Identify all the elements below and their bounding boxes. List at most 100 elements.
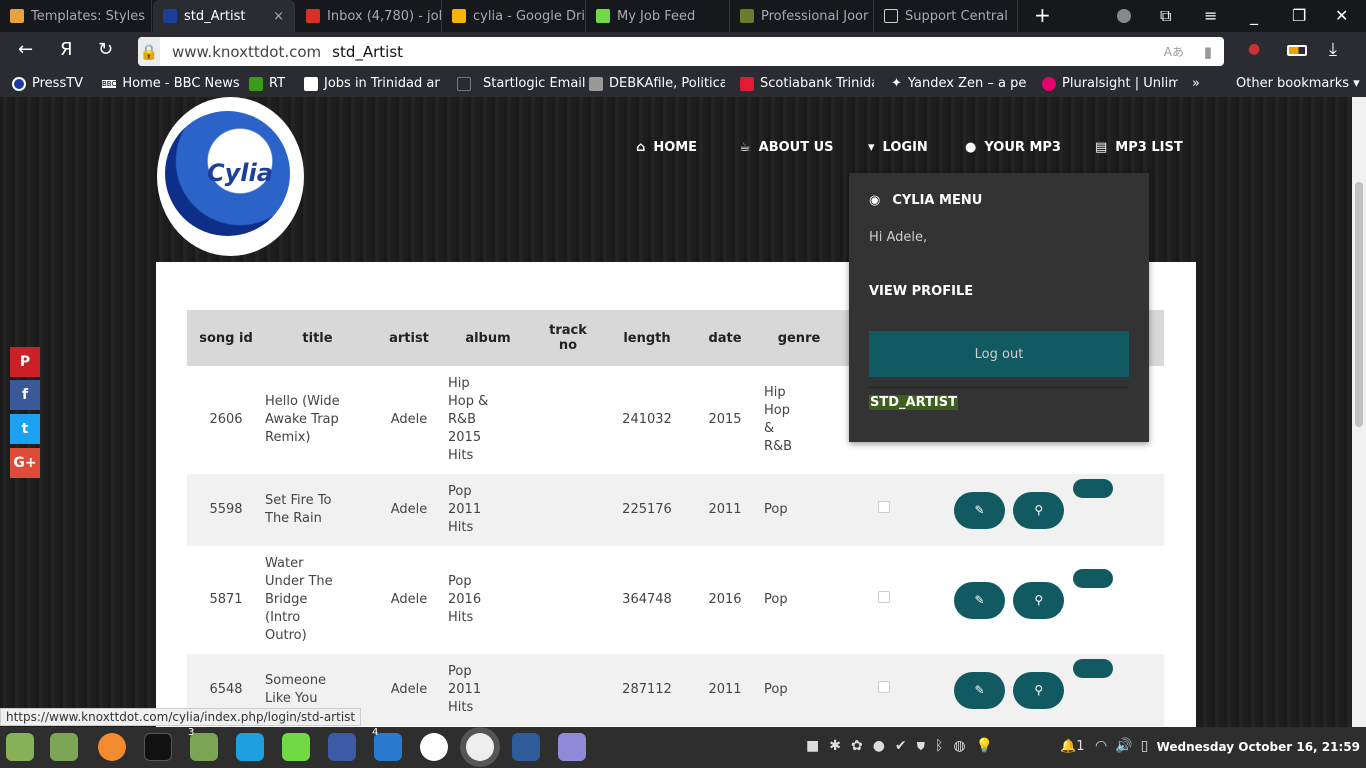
cylia-menu-dropdown: ◉ CYLIA MENU Hi Adele, VIEW PROFILE Log o… <box>849 173 1149 442</box>
restore-icon[interactable]: ❐ <box>1292 6 1306 25</box>
cell-artist: Adele <box>370 474 448 546</box>
search-button[interactable]: ⚲ <box>1013 671 1065 709</box>
reload-icon[interactable]: ↻ <box>98 39 113 60</box>
bookmark-startlogic[interactable]: Startlogic Email <box>457 76 586 91</box>
search-button[interactable]: ⚲ <box>1013 491 1065 529</box>
camera-icon[interactable] <box>512 733 540 761</box>
pinterest-share-button[interactable]: P <box>10 347 40 377</box>
bookmark-pluralsight[interactable]: Pluralsight | Unlim <box>1042 76 1178 91</box>
translate-icon[interactable]: Aあ <box>1164 43 1184 60</box>
yandex-browser-icon[interactable] <box>466 733 494 761</box>
close-tab-icon[interactable]: × <box>273 9 284 24</box>
extension-icon[interactable]: ● <box>1248 41 1260 57</box>
download-icon[interactable]: ⤓ <box>1329 39 1337 60</box>
tab-job-feed[interactable]: My Job Feed <box>586 0 730 32</box>
upwork-icon <box>596 9 610 23</box>
cell-genre: Hip Hop & R&B <box>764 385 793 454</box>
extra-action-button[interactable] <box>1072 659 1113 678</box>
terminal-icon[interactable] <box>144 733 172 761</box>
nav-login[interactable]: ▾ LOGIN <box>868 140 928 155</box>
cell-title: Water Under The Bridge (Intro Outro) <box>265 556 333 643</box>
facebook-share-button[interactable]: f <box>10 380 40 410</box>
battery-extension-icon[interactable] <box>1287 45 1307 56</box>
caret-down-icon: ▾ <box>868 140 875 155</box>
menu-icon[interactable]: ≡ <box>1204 6 1217 25</box>
mint-menu-icon[interactable] <box>6 733 34 761</box>
nav-about-us[interactable]: ☕ ABOUT US <box>739 140 834 155</box>
tab-gmail[interactable]: Inbox (4,780) - joh <box>296 0 442 32</box>
tab-professional[interactable]: Professional Joor <box>730 0 874 32</box>
mail-icon[interactable] <box>328 733 356 761</box>
minimize-icon[interactable]: _ <box>1250 6 1258 25</box>
cell-artist: Adele <box>370 654 448 726</box>
nav-home[interactable]: ⌂ HOME <box>636 140 697 155</box>
extra-action-button[interactable] <box>1072 569 1113 588</box>
cj-icon <box>304 76 318 91</box>
cell-date: 2016 <box>708 592 742 607</box>
page-scrollbar[interactable] <box>1352 97 1366 727</box>
upwork-icon[interactable] <box>282 733 310 761</box>
firefox-icon[interactable] <box>98 733 126 761</box>
tab-templates[interactable]: Templates: Styles <box>0 0 152 32</box>
debka-icon <box>589 76 603 91</box>
home-icon: ⌂ <box>636 140 646 155</box>
nav-your-mp3[interactable]: ● YOUR MP3 <box>965 140 1061 155</box>
edit-button[interactable]: ✎ <box>954 581 1005 619</box>
bookmarks-icon[interactable]: ⧉ <box>1160 6 1171 26</box>
docs-icon[interactable]: 4 <box>372 727 402 761</box>
other-bookmarks-button[interactable]: Other bookmarks ▾ <box>1236 76 1360 91</box>
profile-icon[interactable] <box>1117 9 1131 23</box>
cell-artist: Adele <box>390 592 428 607</box>
notification-icon[interactable]: 🔔1 <box>1060 739 1084 754</box>
search-button[interactable]: ⚲ <box>1013 581 1065 619</box>
tray-icons[interactable]: ■✱✿●✔⛊ᛒ◍💡 <box>806 738 1003 754</box>
yandex-icon[interactable]: Я <box>60 39 73 60</box>
row-checkbox[interactable] <box>878 501 890 513</box>
apple-icon: ● <box>965 140 977 155</box>
back-icon[interactable]: ← <box>18 39 33 60</box>
close-window-icon[interactable]: ✕ <box>1335 6 1348 25</box>
std-artist-link[interactable]: STD_ARTIST <box>869 395 958 410</box>
greeting: Hi Adele, <box>869 230 928 245</box>
new-tab-button[interactable]: + <box>1034 3 1051 27</box>
files-icon[interactable]: 3 <box>188 727 218 761</box>
bookmark-rt[interactable]: RT <box>249 76 285 91</box>
url-input[interactable]: 🔒 www.knoxttdot.com std_Artist Aあ ▮ <box>138 37 1224 66</box>
bookmark-icon[interactable]: ▮ <box>1204 43 1212 61</box>
row-checkbox[interactable] <box>878 591 890 603</box>
bookmark-scotiabank[interactable]: Scotiabank Trinida <box>740 76 874 91</box>
bookmark-presstv[interactable]: PressTV <box>12 76 83 91</box>
row-checkbox[interactable] <box>878 681 890 693</box>
wifi-volume-battery-icons[interactable]: ◠🔊▯ <box>1095 738 1156 754</box>
bookmark-jobs[interactable]: Jobs in Trinidad an <box>304 76 440 91</box>
more-bookmarks-button[interactable]: » <box>1192 76 1200 91</box>
view-profile-link[interactable]: VIEW PROFILE <box>869 284 973 299</box>
cell-album: Hip Hop & R&B 2015 Hits <box>448 376 489 463</box>
logout-button[interactable]: Log out <box>869 331 1129 377</box>
slack-icon[interactable] <box>420 733 448 761</box>
tab-std-artist[interactable]: std_Artist × <box>153 0 295 32</box>
clock[interactable]: Wednesday October 16, 21:59 <box>1157 740 1360 754</box>
bookmark-debka[interactable]: DEBKAfile, Politica <box>589 76 725 91</box>
extra-action-button[interactable] <box>1072 479 1113 498</box>
bookmark-yandex-zen[interactable]: ✦ Yandex Zen – a per <box>891 76 1027 91</box>
twitter-share-button[interactable]: t <box>10 414 40 444</box>
edit-button[interactable]: ✎ <box>954 491 1005 529</box>
notes-icon[interactable] <box>558 733 586 761</box>
cylia-logo[interactable]: Cylia <box>157 97 304 256</box>
show-desktop-icon[interactable] <box>50 733 78 761</box>
page-icon <box>457 76 471 91</box>
googleplus-share-button[interactable]: G+ <box>10 448 40 478</box>
tab-support-central[interactable]: Support Central <box>874 0 1018 32</box>
cell-length: 241032 <box>622 412 672 427</box>
cell-genre: Pop <box>764 592 788 607</box>
edit-button[interactable]: ✎ <box>954 671 1005 709</box>
cell-title: Hello (Wide Awake Trap Remix) <box>265 394 340 445</box>
cell-length: 225176 <box>608 474 686 546</box>
bookmark-bbc[interactable]: BBC Home - BBC News <box>102 76 240 91</box>
zen-icon: ✦ <box>891 76 902 91</box>
nav-mp3-list[interactable]: ▤ MP3 LIST <box>1095 140 1183 155</box>
scrollbar-thumb[interactable] <box>1355 182 1363 427</box>
tab-google-drive[interactable]: cylia - Google Dri <box>442 0 586 32</box>
skype-icon[interactable] <box>236 733 264 761</box>
